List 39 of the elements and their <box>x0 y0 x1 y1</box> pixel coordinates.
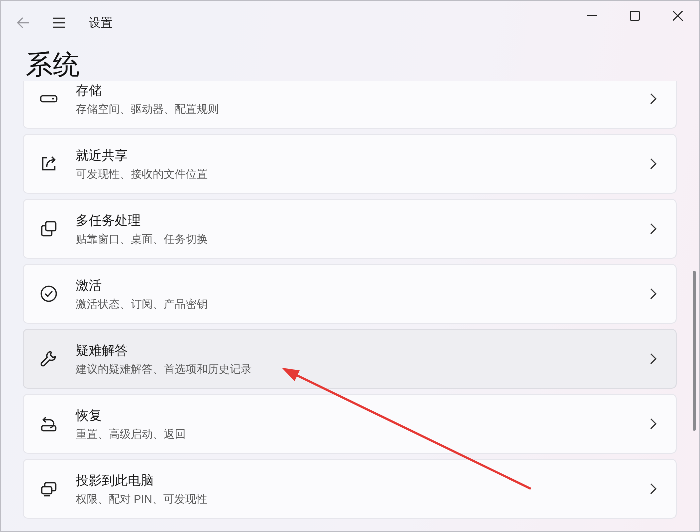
wrench-icon <box>39 349 59 369</box>
item-description: 存储空间、驱动器、配置规则 <box>76 102 219 116</box>
item-description: 激活状态、订阅、产品密钥 <box>76 298 208 312</box>
chevron-icon <box>648 353 658 365</box>
chevron-icon <box>648 158 658 170</box>
item-description: 贴靠窗口、桌面、任务切换 <box>76 232 208 246</box>
item-title: 疑难解答 <box>76 342 128 360</box>
item-title: 就近共享 <box>76 146 128 164</box>
chevron-icon <box>648 288 658 300</box>
settings-item[interactable]: 恢复 重置、高级启动、返回 <box>23 394 677 454</box>
overlapping-windows-icon <box>39 219 59 239</box>
chevron-icon <box>648 93 658 105</box>
item-description: 可发现性、接收的文件位置 <box>76 168 208 182</box>
item-title: 激活 <box>76 276 102 294</box>
chevron-icon <box>648 483 658 495</box>
item-title: 存储 <box>76 82 102 100</box>
back-arrow-icon <box>16 16 30 30</box>
settings-item[interactable]: 存储 存储空间、驱动器、配置规则 <box>23 81 677 129</box>
menu-icon <box>52 17 66 29</box>
chevron-icon <box>648 418 658 430</box>
item-title: 投影到此电脑 <box>76 472 154 490</box>
item-description: 建议的疑难解答、首选项和历史记录 <box>76 362 252 376</box>
item-description: 权限、配对 PIN、可发现性 <box>76 492 208 506</box>
settings-item[interactable]: 就近共享 可发现性、接收的文件位置 <box>23 134 677 194</box>
settings-item[interactable]: 多任务处理 贴靠窗口、桌面、任务切换 <box>23 199 677 259</box>
item-description: 重置、高级启动、返回 <box>76 428 186 442</box>
settings-item[interactable]: 投影到此电脑 权限、配对 PIN、可发现性 <box>23 459 677 519</box>
settings-item[interactable]: 激活 激活状态、订阅、产品密钥 <box>23 264 677 324</box>
chevron-icon <box>648 223 658 235</box>
item-title: 恢复 <box>76 406 102 424</box>
recovery-icon <box>39 414 59 434</box>
settings-item[interactable]: 疑难解答 建议的疑难解答、首选项和历史记录 <box>23 329 677 389</box>
page-title: 系统 <box>26 49 80 81</box>
scrollbar-thumb[interactable] <box>693 271 696 431</box>
check-circle-icon <box>39 284 59 304</box>
maximize-icon <box>630 11 640 21</box>
close-icon <box>672 11 682 21</box>
item-title: 多任务处理 <box>76 212 141 230</box>
window-title: 设置 <box>89 14 113 32</box>
